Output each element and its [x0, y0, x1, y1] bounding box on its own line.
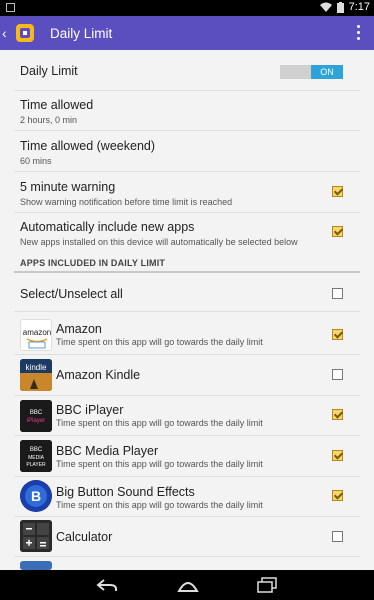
divider [14, 395, 360, 396]
auto-include-row[interactable]: Automatically include new apps New apps … [20, 220, 354, 247]
app-checkbox-amazon[interactable] [332, 329, 343, 340]
select-all-label: Select/Unselect all [20, 287, 123, 301]
app-name: BBC Media Player [56, 444, 159, 458]
svg-text:iPlayer: iPlayer [27, 418, 45, 424]
svg-text:PLAYER: PLAYER [26, 462, 46, 468]
app-name: Amazon Kindle [56, 368, 141, 382]
divider [14, 516, 360, 517]
divider [14, 476, 360, 477]
section-divider [14, 271, 360, 273]
app-name: Calculator [56, 530, 113, 544]
app-name: Amazon [56, 322, 102, 336]
app-desc: Time spent on this app will go towards t… [56, 500, 263, 510]
svg-text:BBC: BBC [30, 410, 43, 416]
app-checkbox-bbc-media-player[interactable] [332, 450, 343, 461]
time-allowed-weekend-value: 60 mins [20, 156, 52, 166]
app-checkbox-bbc-iplayer[interactable] [332, 409, 343, 420]
amazon-icon: amazon [20, 319, 52, 351]
divider [14, 171, 360, 172]
status-bar: 7:17 [0, 0, 374, 16]
wifi-icon [319, 2, 332, 12]
auto-include-desc: New apps installed on this device will a… [20, 237, 298, 247]
big-button-icon: B [20, 480, 52, 512]
divider [14, 556, 360, 557]
divider [14, 354, 360, 355]
app-checkbox-calculator[interactable] [332, 531, 343, 542]
page-title: Daily Limit [50, 25, 113, 41]
navigation-bar [0, 570, 374, 600]
auto-include-checkbox[interactable] [332, 226, 343, 237]
bbc-media-player-icon: BBC MEDIA PLAYER [20, 440, 52, 472]
svg-text:kindle: kindle [26, 363, 47, 372]
app-name: BBC iPlayer [56, 403, 124, 417]
battery-icon [336, 1, 344, 13]
divider [14, 435, 360, 436]
apps-section-header: APPS INCLUDED IN DAILY LIMIT [20, 258, 166, 268]
app-logo[interactable] [14, 22, 36, 44]
warning-checkbox[interactable] [332, 186, 343, 197]
time-allowed-label: Time allowed [20, 98, 94, 112]
time-allowed-weekend-row[interactable]: Time allowed (weekend) 60 mins [20, 139, 354, 166]
next-app-icon [20, 561, 52, 570]
back-icon[interactable] [96, 577, 120, 593]
bbc-iplayer-icon: BBC iPlayer [20, 400, 52, 432]
recent-apps-icon[interactable] [256, 577, 278, 593]
divider [14, 130, 360, 131]
time-allowed-value: 2 hours, 0 min [20, 115, 78, 125]
action-bar: ‹ Daily Limit [0, 16, 374, 50]
warning-label: 5 minute warning [20, 180, 116, 194]
settings-list: Daily Limit ON Time allowed 2 hours, 0 m… [0, 50, 374, 570]
divider [14, 311, 360, 312]
svg-text:BBC: BBC [30, 447, 43, 453]
kindle-icon: kindle [20, 359, 52, 391]
toggle-on-label: ON [311, 65, 343, 79]
divider [14, 212, 360, 213]
daily-limit-toggle[interactable]: ON [280, 65, 343, 79]
app-desc: Time spent on this app will go towards t… [56, 418, 263, 428]
svg-text:amazon: amazon [23, 328, 51, 337]
clock: 7:17 [348, 1, 370, 13]
warning-desc: Show warning notification before time li… [20, 197, 233, 207]
warning-row[interactable]: 5 minute warning Show warning notificati… [20, 180, 354, 207]
back-caret-icon[interactable]: ‹ [2, 25, 12, 41]
home-icon[interactable] [177, 577, 199, 593]
app-checkbox-big-button[interactable] [332, 490, 343, 501]
select-all-checkbox[interactable] [332, 288, 343, 299]
image-notification-icon [6, 3, 15, 12]
app-desc: Time spent on this app will go towards t… [56, 459, 263, 469]
overflow-menu-icon[interactable] [357, 25, 360, 40]
time-allowed-row[interactable]: Time allowed 2 hours, 0 min [20, 98, 354, 125]
divider [14, 90, 360, 91]
app-checkbox-kindle[interactable] [332, 369, 343, 380]
auto-include-label: Automatically include new apps [20, 220, 195, 234]
svg-text:B: B [31, 488, 41, 504]
calculator-icon [20, 520, 52, 552]
select-all-row[interactable]: Select/Unselect all [20, 287, 354, 301]
time-allowed-weekend-label: Time allowed (weekend) [20, 139, 156, 153]
app-name: Big Button Sound Effects [56, 485, 195, 499]
app-desc: Time spent on this app will go towards t… [56, 337, 263, 347]
svg-text:MEDIA: MEDIA [28, 455, 45, 461]
